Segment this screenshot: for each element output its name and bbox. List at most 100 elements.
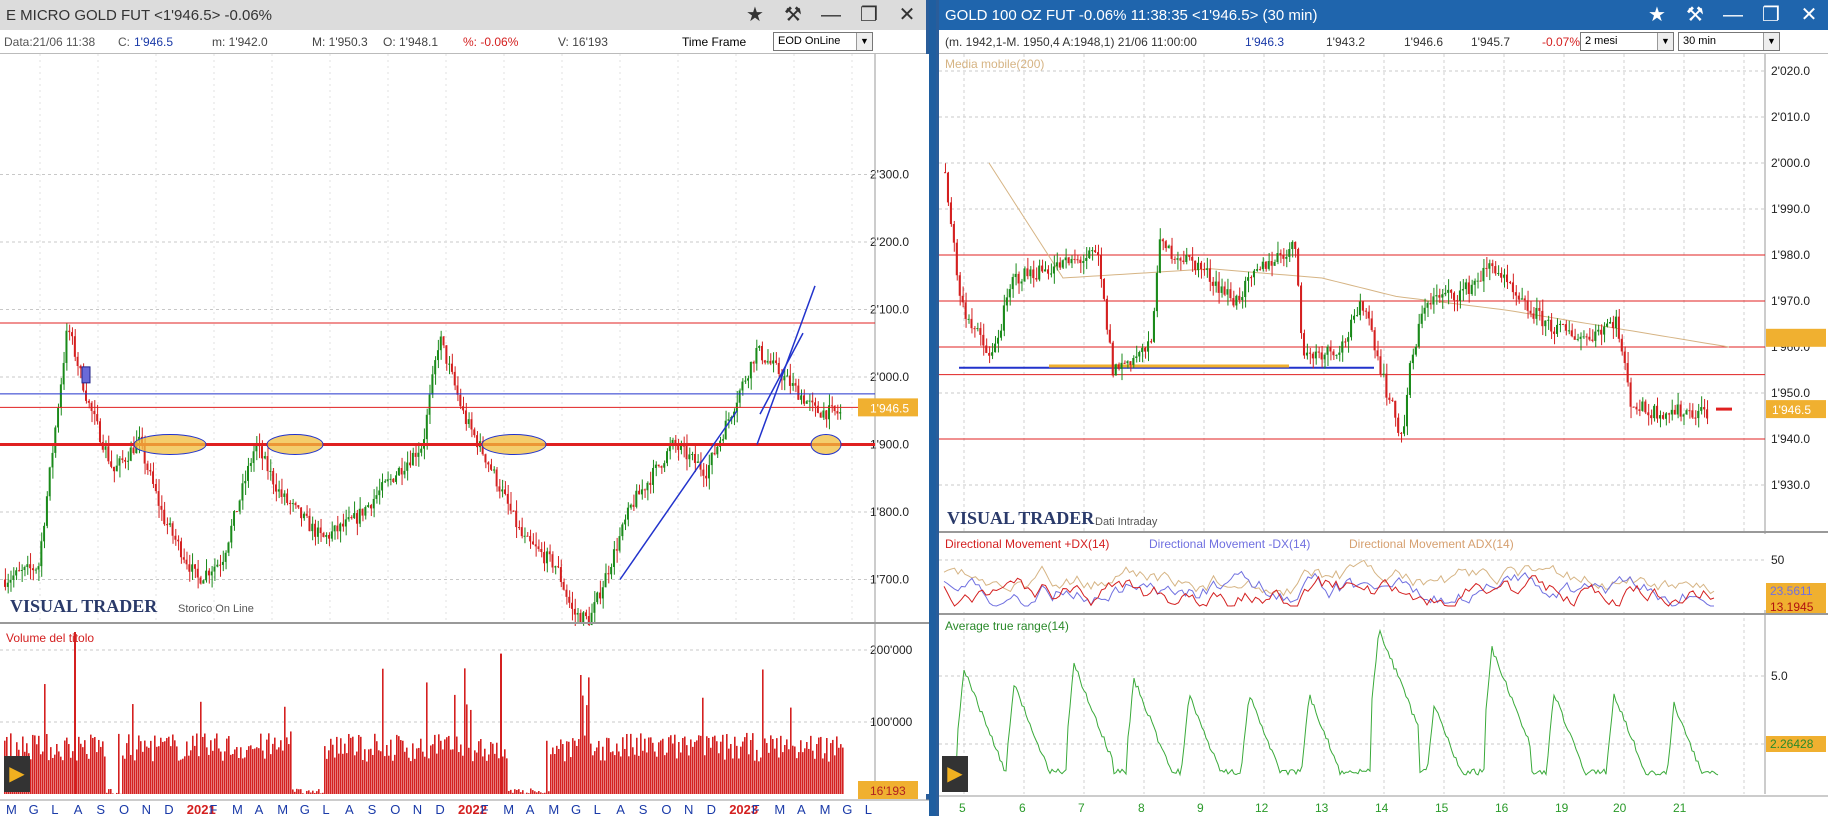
candle-body (1385, 373, 1388, 398)
candle-body (118, 458, 121, 466)
volume-bar (824, 753, 826, 794)
volume-bar (142, 751, 144, 794)
volume-bar (298, 789, 300, 794)
candle-body (1564, 324, 1567, 331)
star-icon[interactable]: ★ (736, 0, 774, 30)
candle-body (1667, 413, 1670, 415)
day-label: 14 (1375, 801, 1389, 815)
scroll-right-button[interactable]: ▶ (4, 756, 30, 792)
volume-bar (188, 755, 190, 794)
candle-body (428, 394, 431, 415)
dmi-adx-label: Directional Movement ADX(14) (1349, 537, 1514, 551)
hammer-icon[interactable]: ⚒ (774, 0, 812, 30)
candle-body (1250, 277, 1253, 279)
candle-body (747, 378, 749, 381)
star-icon[interactable]: ★ (1638, 0, 1676, 30)
volume-bar (786, 739, 788, 794)
timeframe-select[interactable]: EOD OnLine ▼ (773, 32, 873, 51)
volume-bar (170, 746, 172, 794)
left-chart-area[interactable]: 2'300.0 2'200.0 2'100.0 2'000.0 1'900.0 1'800… (0, 54, 929, 816)
volume-bar (290, 731, 292, 794)
candle-body (1070, 258, 1073, 264)
minimize-icon[interactable]: — (1714, 0, 1752, 30)
volume-bar (172, 734, 174, 794)
volume-bar (694, 741, 696, 794)
candle-body (1479, 280, 1482, 282)
close-icon[interactable]: ✕ (1790, 0, 1828, 30)
candle-body (288, 502, 291, 504)
scroll-right-button[interactable]: ▶ (942, 756, 968, 792)
volume-bar (572, 738, 574, 794)
candle-body (520, 527, 523, 537)
interval-select[interactable]: 30 min ▼ (1678, 32, 1780, 51)
volume-bar (278, 747, 280, 794)
volume-bar (640, 733, 642, 794)
candle-body (185, 559, 188, 565)
candle-body (576, 612, 579, 615)
price-axis-label: 1'900.0 (870, 438, 909, 452)
volume-bar (72, 751, 74, 794)
visual-trader-logo: VISUAL TRADER (10, 596, 158, 616)
period-select[interactable]: 2 mesi ▼ (1580, 32, 1674, 51)
candle-body (635, 490, 638, 507)
candle-body (713, 452, 716, 455)
volume-bar (682, 737, 684, 794)
candle-body (1476, 280, 1479, 282)
volume-bar (80, 743, 82, 794)
volume-bar (580, 675, 582, 794)
candle-body (353, 513, 356, 519)
candle-body (308, 515, 311, 532)
volume-bar (450, 749, 452, 794)
restore-icon[interactable]: ❐ (1752, 0, 1790, 30)
volume-bar (648, 737, 650, 794)
volume-bar (508, 790, 510, 794)
volume-bar (664, 755, 666, 794)
minimize-icon[interactable]: — (812, 0, 850, 30)
candle-body (263, 456, 266, 459)
restore-icon[interactable]: ❐ (850, 0, 888, 30)
candle-body (280, 489, 283, 497)
volume-bar (168, 736, 170, 794)
candle-body (59, 384, 62, 409)
volume-bar (550, 754, 552, 794)
price-axis-label: 2'000.0 (870, 370, 909, 384)
candle-body (76, 356, 79, 367)
volume-bar (520, 792, 522, 794)
volume-bar (534, 791, 536, 794)
candle-body (1379, 356, 1382, 375)
candle-body (825, 410, 828, 420)
close-icon[interactable]: ✕ (888, 0, 926, 30)
interval-value: 30 min (1683, 35, 1717, 47)
candle-body (417, 452, 420, 457)
hammer-icon[interactable]: ⚒ (1676, 0, 1714, 30)
info-close: 1'946.5 (134, 35, 173, 49)
volume-bar (710, 747, 712, 794)
volume-bar (840, 744, 842, 794)
candle-body (1297, 248, 1300, 286)
volume-bar (836, 736, 838, 794)
right-chart-area[interactable]: 2'020.0 2'010.0 2'000.0 1'990.0 1'980.0 1'970… (939, 54, 1828, 816)
volume-bar (666, 752, 668, 794)
candle-body (1232, 298, 1235, 306)
volume-bar (748, 754, 750, 794)
candle-body (1105, 298, 1108, 330)
candle-body (1064, 257, 1067, 261)
candle-body (154, 483, 157, 492)
volume-bar (480, 739, 482, 794)
candle-body (1611, 322, 1614, 329)
candle-body (436, 350, 439, 361)
volume-bar (428, 758, 430, 794)
candle-body (179, 541, 182, 558)
candle-body (244, 480, 247, 484)
volume-bar (576, 745, 578, 794)
candle-body (758, 346, 761, 348)
volume-bar (248, 746, 250, 794)
atr-line (943, 628, 1719, 777)
candle-body (1614, 316, 1617, 329)
volume-bar (646, 752, 648, 794)
candle-body (643, 489, 646, 491)
candle-body (814, 402, 817, 406)
candle-body (37, 566, 40, 570)
volume-bar (564, 761, 566, 794)
candle-body (1391, 399, 1394, 401)
